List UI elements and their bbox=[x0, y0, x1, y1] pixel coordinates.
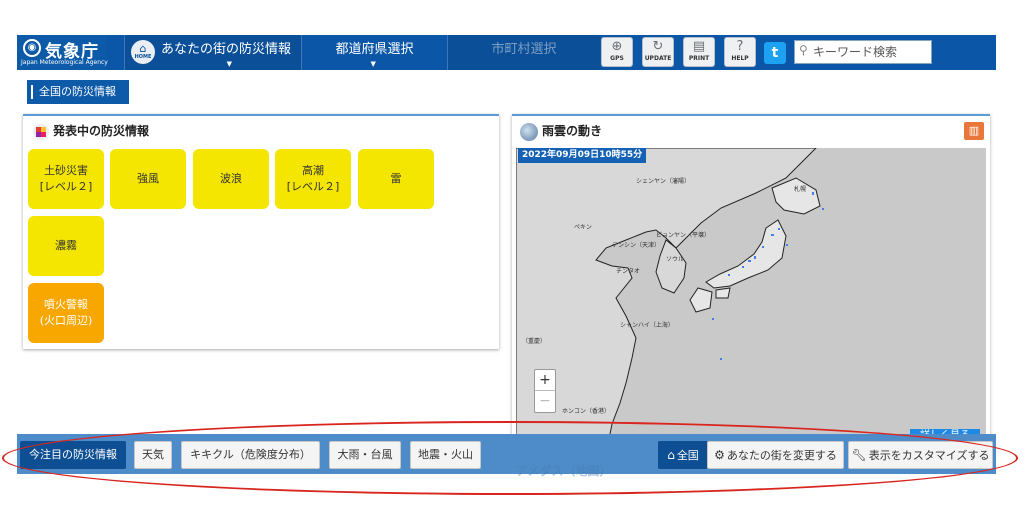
update-icon: ↻ bbox=[652, 39, 664, 54]
warning-tile-dense-fog[interactable]: 濃霧 bbox=[28, 216, 104, 276]
zoom-in-button[interactable]: + bbox=[535, 370, 555, 391]
update-button[interactable]: ↻ UPDATE bbox=[642, 37, 674, 67]
map-land-svg bbox=[516, 148, 824, 444]
change-local-button[interactable]: ⚙ あなたの街を変更する bbox=[707, 441, 844, 469]
zoom-out-button[interactable]: − bbox=[535, 391, 555, 411]
jma-emblem-icon: ◉ bbox=[23, 39, 41, 57]
wrench-icon: 🔧︎ bbox=[851, 448, 867, 462]
map-label: ペキン bbox=[574, 224, 592, 231]
amedas-panel-title: アメダス（地図） bbox=[516, 464, 612, 478]
map-label: ソウル bbox=[666, 256, 685, 263]
print-icon: ▤ bbox=[692, 39, 706, 54]
help-icon: ? bbox=[736, 39, 744, 54]
zoom-control: + − bbox=[534, 369, 556, 413]
map-label: ピョンヤン（平壌） bbox=[656, 232, 711, 239]
help-button[interactable]: ? HELP bbox=[724, 37, 756, 67]
map-label: （重慶） bbox=[522, 338, 547, 345]
rain-radar-title: 雨雲の動き bbox=[520, 122, 602, 141]
nav-local-info[interactable]: HOME ⌂ あなたの街の防災情報 ▼ bbox=[124, 35, 301, 70]
home-roof-icon: ⌂ bbox=[139, 42, 147, 55]
nav-prefecture-label: 都道府県選択 bbox=[335, 42, 414, 57]
tab-earthquake-volcano[interactable]: 地震・火山 bbox=[410, 441, 481, 469]
search-input[interactable] bbox=[813, 43, 929, 61]
gps-button[interactable]: ⊕ GPS bbox=[601, 37, 633, 67]
print-button[interactable]: ▤ PRINT bbox=[683, 37, 715, 67]
rain-radar-panel: 雨雲の動き ▥ 2022年09月09日10時55分 シェンヤン（瀋陽） 札幌 ペ… bbox=[512, 114, 990, 444]
search-icon: ⚲ bbox=[799, 43, 808, 57]
search-box[interactable]: ⚲ bbox=[794, 40, 932, 64]
tab-current-focus[interactable]: 今注目の防災情報 bbox=[20, 441, 126, 469]
customize-display-button[interactable]: 🔧︎ 表示をカスタマイズする bbox=[848, 441, 993, 469]
nav-city-select: 市町村選択 bbox=[447, 35, 600, 70]
warning-tile-strong-wind[interactable]: 強風 bbox=[110, 149, 186, 209]
gps-icon: ⊕ bbox=[611, 39, 623, 54]
warnings-panel-title: 発表中の防災情報 bbox=[33, 122, 149, 140]
map-label: シャンハイ（上海） bbox=[620, 322, 674, 329]
nationwide-button[interactable]: ⌂ 全国 bbox=[658, 441, 708, 469]
radar-map[interactable]: 2022年09月09日10時55分 シェンヤン（瀋陽） 札幌 ペキン ピョンヤン… bbox=[516, 148, 986, 444]
gear-icon: ⚙ bbox=[714, 448, 725, 462]
warning-tile-waves[interactable]: 波浪 bbox=[193, 149, 269, 209]
map-label: チンタオ bbox=[616, 268, 641, 275]
map-label: シェンヤン（瀋陽） bbox=[636, 178, 691, 185]
tab-heavy-rain-typhoon[interactable]: 大雨・台風 bbox=[329, 441, 401, 469]
warning-category-icon bbox=[33, 123, 49, 140]
twitter-icon[interactable]: t bbox=[764, 42, 786, 64]
book-icon[interactable]: ▥ bbox=[964, 122, 984, 140]
warning-tile-volcano[interactable]: 噴火警報 (火口周辺) bbox=[28, 283, 104, 343]
breadcrumb: 全国の防災情報 bbox=[23, 80, 129, 104]
logo-subtitle: Japan Meteorological Agency bbox=[21, 59, 108, 66]
nav-prefecture-select[interactable]: 都道府県選択 ▼ bbox=[301, 35, 447, 70]
nav-city-label: 市町村選択 bbox=[491, 42, 557, 57]
map-label: テンシン（天津） bbox=[612, 242, 661, 249]
map-timestamp: 2022年09月09日10時55分 bbox=[518, 148, 647, 163]
tab-kikikuru[interactable]: キキクル（危険度分布） bbox=[181, 441, 320, 469]
warning-tile-storm-surge[interactable]: 高潮 [レベル２] bbox=[275, 149, 351, 209]
map-label: ホンコン（香港） bbox=[562, 408, 611, 415]
warning-tile-thunder[interactable]: 雷 bbox=[358, 149, 434, 209]
chevron-down-icon: ▼ bbox=[226, 60, 232, 68]
warnings-panel: 発表中の防災情報 土砂災害 [レベル２] 強風 波浪 高潮 [レベル２] 雷 濃… bbox=[23, 114, 499, 349]
home-icon: ⌂ bbox=[667, 448, 675, 462]
map-label: 札幌 bbox=[794, 186, 807, 193]
chevron-down-icon: ▼ bbox=[370, 60, 376, 68]
tab-weather[interactable]: 天気 bbox=[134, 441, 172, 469]
warning-tile-landslide[interactable]: 土砂災害 [レベル２] bbox=[28, 149, 104, 209]
globe-icon bbox=[520, 122, 538, 141]
jma-logo[interactable]: ◉ 気象庁 Japan Meteorological Agency bbox=[17, 35, 108, 70]
